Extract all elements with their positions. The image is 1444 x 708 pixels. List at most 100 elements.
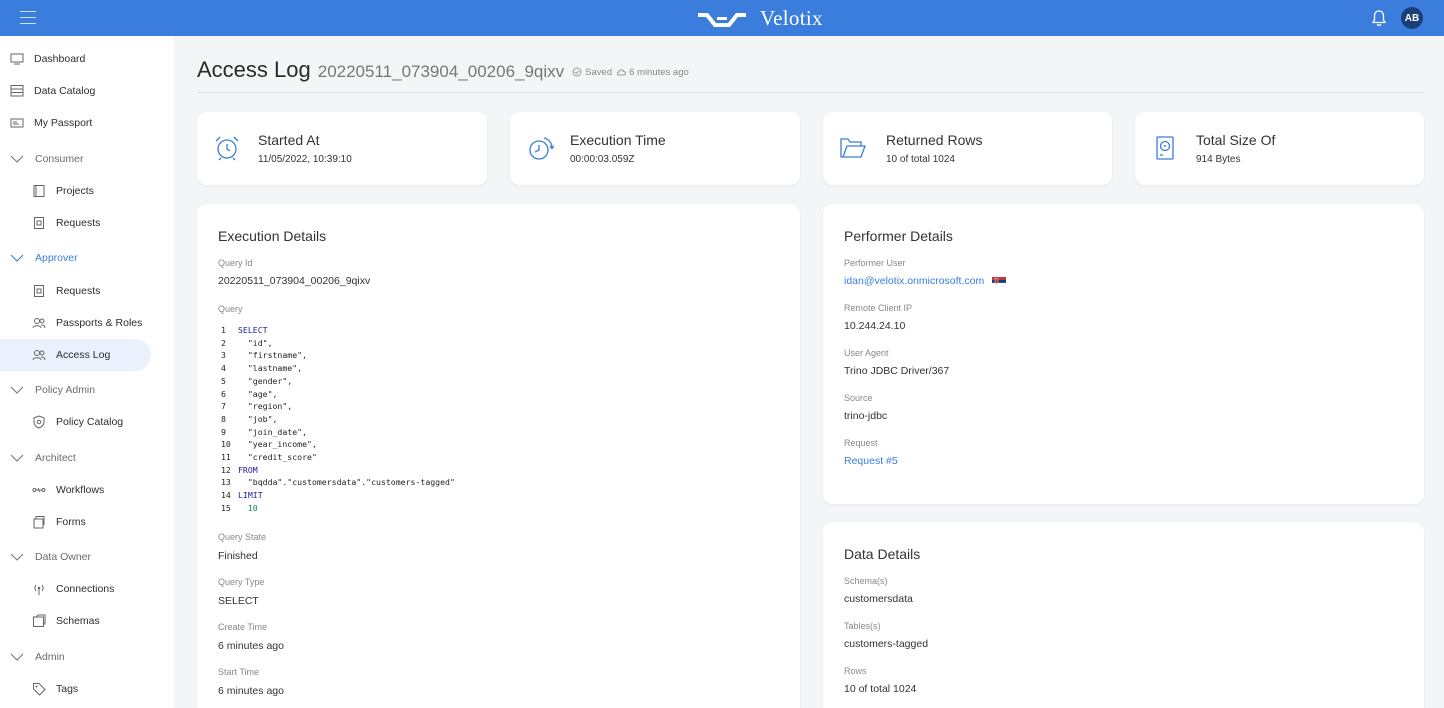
code-line-text: "year_income",: [238, 439, 317, 450]
code-line-number: 12: [221, 464, 231, 475]
field-label: Tables(s): [844, 621, 881, 631]
performer-user-link[interactable]: idan@velotix.onmicrosoft.com: [844, 275, 1007, 287]
sidebar: Dashboard Data Catalog My Passport Consu…: [0, 36, 174, 708]
stat-value: 00:00:03.059Z: [570, 154, 635, 165]
request-link[interactable]: Request #5: [844, 455, 898, 467]
stat-value: 11/05/2022, 10:39:10: [258, 154, 352, 165]
cloud-icon: [617, 69, 627, 76]
code-line-number: 5: [221, 375, 226, 386]
stat-card-total-size: Total Size Of 914 Bytes: [1135, 112, 1424, 185]
sidebar-group-approver[interactable]: Approver: [10, 243, 78, 273]
code-line: 3 "firstname",: [221, 349, 455, 362]
sidebar-item-label: Workflows: [56, 484, 105, 496]
code-line-number: 15: [221, 502, 231, 513]
sidebar-item-access-log[interactable]: Access Log: [32, 340, 110, 370]
code-line-number: 7: [221, 401, 226, 412]
sidebar-group-label: Architect: [35, 452, 76, 464]
saved-label: Saved: [585, 66, 613, 78]
field-label: Source: [844, 393, 873, 403]
sidebar-group-label: Data Owner: [35, 551, 92, 563]
field-label: Query Id: [218, 258, 253, 268]
check-circle-icon: [572, 67, 582, 77]
field-label: Performer User: [844, 258, 906, 268]
field-label: Remote Client IP: [844, 303, 913, 313]
bell-icon[interactable]: [1370, 9, 1388, 27]
code-line: 1 SELECT: [221, 324, 455, 337]
stat-card-started-at: Started At 11/05/2022, 10:39:10: [197, 112, 487, 185]
top-bar: Velotix AB: [0, 0, 1444, 36]
chevron-down-icon: [10, 386, 24, 394]
title-divider: [197, 92, 1424, 93]
query-state-value: Finished: [218, 550, 258, 562]
query-code-block: 1 SELECT 2 "id", 3 "firstname", 4 "lastname"…: [221, 324, 455, 515]
performer-user-email: idan@velotix.onmicrosoft.com: [844, 275, 985, 287]
sidebar-item-label: Access Log: [56, 349, 111, 361]
database-icon: [10, 85, 24, 97]
code-line: 8 "job",: [221, 413, 455, 426]
sidebar-group-consumer[interactable]: Consumer: [10, 144, 83, 174]
sidebar-item-consumer-requests[interactable]: Requests: [32, 208, 100, 238]
sidebar-item-dashboard[interactable]: Dashboard: [10, 44, 85, 74]
sidebar-group-admin[interactable]: Admin: [10, 642, 65, 672]
stat-label: Started At: [258, 132, 320, 148]
saved-status: Saved 6 minutes ago: [572, 67, 689, 78]
code-line-text: "credit_score": [238, 452, 317, 463]
saved-time: 6 minutes ago: [629, 66, 689, 78]
code-line: 11 "credit_score": [221, 451, 455, 464]
sidebar-item-passports-roles[interactable]: Passports & Roles: [32, 308, 142, 338]
stat-value: 914 Bytes: [1196, 154, 1241, 165]
stat-value: 10 of total 1024: [886, 154, 955, 165]
sidebar-group-label: Policy Admin: [35, 384, 96, 396]
velotix-logo-icon: [698, 12, 746, 27]
code-line-text: "region",: [238, 401, 293, 412]
sidebar-item-tags[interactable]: Tags: [32, 674, 78, 704]
code-line-text: "id",: [238, 337, 273, 348]
code-line: 13 "bqdda"."customersdata"."customers-ta…: [221, 476, 455, 489]
code-line-number: 11: [221, 452, 231, 463]
code-line: 9 "join_date",: [221, 426, 455, 439]
sidebar-item-forms[interactable]: Forms: [32, 507, 86, 537]
sidebar-group-policy-admin[interactable]: Policy Admin: [10, 375, 95, 405]
sidebar-item-label: Tags: [56, 683, 79, 695]
sidebar-item-my-passport[interactable]: My Passport: [10, 108, 92, 138]
sidebar-item-policy-catalog[interactable]: Policy Catalog: [32, 407, 123, 437]
schema-icon: [33, 614, 46, 627]
sidebar-item-label: Connections: [56, 583, 115, 595]
users-icon: [32, 350, 46, 361]
schema-value: customersdata: [844, 593, 913, 605]
code-line: 2 "id",: [221, 337, 455, 350]
code-line-text: 10: [238, 502, 258, 513]
user-avatar[interactable]: AB: [1401, 7, 1423, 29]
disk-icon: [1156, 136, 1174, 160]
folder-open-icon: [840, 138, 866, 158]
code-line: 4 "lastname",: [221, 362, 455, 375]
stat-label: Execution Time: [570, 132, 666, 148]
sidebar-group-data-owner[interactable]: Data Owner: [10, 542, 91, 572]
code-line-text: "lastname",: [238, 363, 303, 374]
sidebar-item-connections[interactable]: Connections: [32, 574, 114, 604]
sidebar-item-approver-requests[interactable]: Requests: [32, 276, 100, 306]
chevron-down-icon: [10, 553, 24, 561]
monitor-icon: [10, 53, 24, 65]
sidebar-item-schemas[interactable]: Schemas: [32, 606, 100, 636]
sidebar-group-architect[interactable]: Architect: [10, 443, 76, 473]
sidebar-item-label: Requests: [56, 217, 101, 229]
alarm-clock-icon: [215, 136, 239, 161]
users-icon: [32, 318, 46, 329]
menu-icon[interactable]: [20, 11, 36, 24]
page-title-text: Access Log: [197, 57, 311, 82]
sidebar-item-label: Dashboard: [34, 53, 86, 65]
query-id-value: 20220511_073904_00206_9qixv: [218, 275, 371, 287]
sidebar-item-workflows[interactable]: Workflows: [32, 475, 104, 505]
stat-label: Returned Rows: [886, 132, 983, 148]
sidebar-item-label: Forms: [56, 516, 86, 528]
code-line-text: "gender",: [238, 375, 293, 386]
sidebar-item-projects[interactable]: Projects: [32, 176, 94, 206]
source-value: trino-jdbc: [844, 410, 888, 422]
code-line: 15 10: [221, 502, 455, 515]
code-line: 7 "region",: [221, 400, 455, 413]
code-line-number: 3: [221, 350, 226, 361]
field-label: Create Time: [218, 622, 268, 632]
brand-logo[interactable]: Velotix: [698, 6, 823, 31]
sidebar-item-data-catalog[interactable]: Data Catalog: [10, 76, 95, 106]
